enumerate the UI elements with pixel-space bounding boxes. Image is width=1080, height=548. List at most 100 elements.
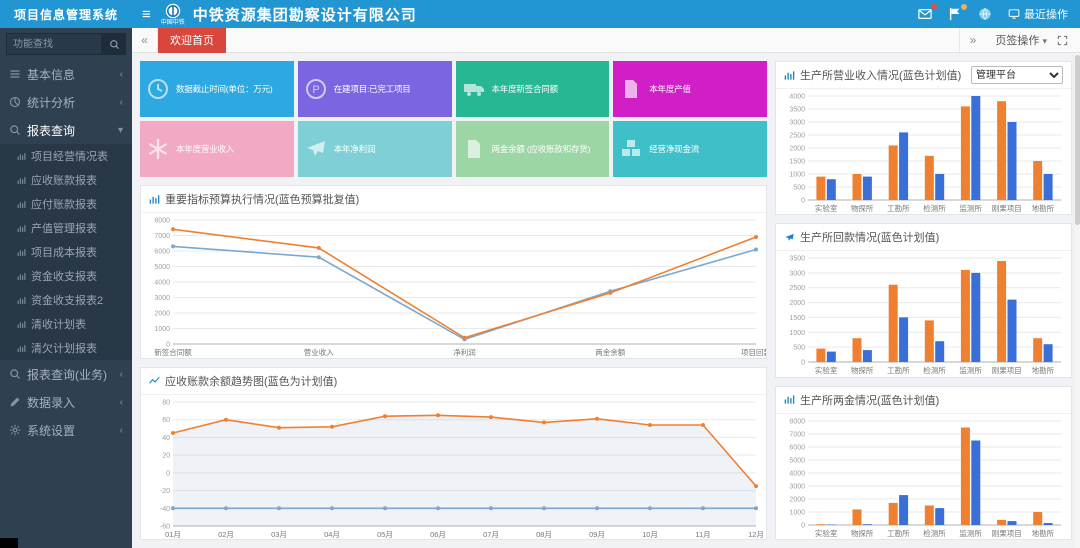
svg-text:营业收入: 营业收入 [304, 347, 334, 357]
svg-text:3000: 3000 [789, 271, 805, 278]
svg-text:4000: 4000 [154, 280, 170, 287]
svg-text:监测所: 监测所 [959, 203, 982, 213]
chevron-left-icon: ‹ [120, 69, 123, 80]
sidebar-section-3[interactable]: 报表查询(业务)‹ [0, 360, 132, 388]
stat-card-title: 本年度新签合同额 [492, 83, 558, 95]
sidebar-subitem-label: 清收计划表 [31, 316, 86, 332]
svg-text:-40: -40 [160, 505, 170, 512]
bar-chart-icon [17, 320, 26, 329]
svg-text:60: 60 [162, 417, 170, 424]
sidebar-subitem-1[interactable]: 应收账款报表 [0, 168, 132, 192]
svg-text:4000: 4000 [789, 94, 805, 101]
stat-card-1[interactable]: P在建项目:已完工项目 [298, 61, 452, 117]
tab-operations-dropdown[interactable]: 页签操作 ▾ [995, 32, 1047, 48]
svg-text:1500: 1500 [789, 315, 805, 322]
sidebar-subitem-8[interactable]: 清欠计划报表 [0, 336, 132, 360]
stat-card-5[interactable]: 本年净利润 [298, 121, 452, 177]
svg-text:刚果项目: 刚果项目 [992, 204, 1022, 213]
sidebar-subitem-3[interactable]: 产值管理报表 [0, 216, 132, 240]
tab-welcome[interactable]: 欢迎首页 [158, 28, 226, 53]
content-scrollbar[interactable] [1073, 53, 1080, 548]
search-input[interactable] [6, 33, 102, 55]
sidebar-subitem-2[interactable]: 应付账款报表 [0, 192, 132, 216]
sidebar-subitem-label: 项目经营情况表 [31, 148, 108, 164]
sidebar-subitem-4[interactable]: 项目成本报表 [0, 240, 132, 264]
flag-icon[interactable] [948, 7, 962, 21]
svg-text:09月: 09月 [589, 530, 605, 539]
svg-text:500: 500 [793, 345, 805, 352]
panel-header: 生产所营业收入情况(蓝色计划值) 管理平台 [776, 62, 1071, 89]
stat-card-title: 本年度产值 [649, 83, 691, 95]
svg-text:1000: 1000 [789, 509, 805, 516]
sidebar-subitem-6[interactable]: 资金收支报表2 [0, 288, 132, 312]
svg-text:3500: 3500 [789, 107, 805, 114]
stat-card-title: 本年度营业收入 [176, 143, 234, 155]
scrollbar-thumb[interactable] [1075, 55, 1080, 225]
plane-icon [304, 137, 328, 161]
svg-text:净利润: 净利润 [453, 347, 476, 357]
sidebar-section-2[interactable]: 报表查询▾ [0, 116, 132, 144]
svg-text:4000: 4000 [789, 470, 805, 477]
app-title: 项目信息管理系统 [0, 0, 132, 28]
sidebar-subitem-7[interactable]: 清收计划表 [0, 312, 132, 336]
svg-text:监测所: 监测所 [959, 528, 982, 538]
stat-card-title: 两金余额 (应收账款和存货) [492, 143, 591, 155]
chevron-left-icon: ‹ [120, 425, 123, 436]
svg-text:实验室: 实验室 [815, 528, 838, 538]
bar-chart-icon [784, 394, 795, 405]
p-circle-icon: P [304, 77, 328, 101]
panel-header: 生产所两金情况(蓝色计划值) [776, 387, 1071, 414]
svg-text:两金余额: 两金余额 [595, 347, 625, 357]
sidebar-section-label: 系统设置 [27, 422, 75, 439]
sidebar-subitem-5[interactable]: 资金收支报表 [0, 264, 132, 288]
sidebar-section-label: 报表查询(业务) [27, 366, 107, 383]
tabs-scroll-left-icon[interactable]: « [132, 28, 158, 53]
clock-icon [146, 77, 170, 101]
svg-text:工勘所: 工勘所 [887, 203, 910, 213]
mail-icon[interactable] [918, 7, 932, 21]
svg-text:80: 80 [162, 399, 170, 406]
stat-card-7[interactable]: 经营净现金流 [613, 121, 767, 177]
paper-plane-icon [784, 232, 795, 243]
svg-text:06月: 06月 [430, 530, 446, 539]
stat-card-4[interactable]: 本年度营业收入 [140, 121, 294, 177]
app-root: 项目信息管理系统 基本信息 ‹ 统计分析‹报表查询▾ 项目经营情况表应收账款报表应付账… [0, 0, 1080, 548]
svg-text:地勘所: 地勘所 [1032, 203, 1055, 213]
search-button[interactable] [102, 33, 126, 55]
stat-card-2[interactable]: 本年度新签合同额 [456, 61, 610, 117]
panel-header: 生产所回款情况(蓝色计划值) [776, 224, 1071, 251]
svg-text:监测所: 监测所 [959, 365, 982, 375]
panel-budget-execution: 重要指标预算执行情况(蓝色预算批复值) 01000200030004000500… [140, 185, 767, 359]
sidebar-section-0[interactable]: 基本信息 ‹ [0, 60, 132, 88]
production-revenue-chart: 05001000150020002500300035004000实验室物探所工勘… [776, 89, 1071, 214]
tabs-scroll-right-icon[interactable]: » [959, 28, 985, 53]
globe-icon[interactable] [978, 7, 992, 21]
sidebar-section-1[interactable]: 统计分析‹ [0, 88, 132, 116]
sidebar-section-5[interactable]: 系统设置 ‹ [0, 416, 132, 444]
svg-text:05月: 05月 [377, 530, 393, 539]
fullscreen-icon[interactable] [1057, 35, 1068, 46]
sidebar-nav: 基本信息 ‹ 统计分析‹报表查询▾ 项目经营情况表应收账款报表应付账款报表产值管理报表… [0, 60, 132, 548]
sidebar-subitem-label: 清欠计划报表 [31, 340, 97, 356]
sidebar-subitem-0[interactable]: 项目经营情况表 [0, 144, 132, 168]
gear-icon [9, 424, 21, 436]
menu-toggle-icon[interactable]: ≡ [132, 6, 161, 23]
platform-select[interactable]: 管理平台 [971, 66, 1063, 84]
bar-chart-icon [17, 248, 26, 257]
sidebar-section-label: 基本信息 [27, 66, 75, 83]
svg-text:3000: 3000 [789, 483, 805, 490]
stat-card-6[interactable]: 两金余额 (应收账款和存货) [456, 121, 610, 177]
topbar: ≡ 中国中铁 中铁资源集团勘察设计有限公司 最近操作 [132, 0, 1080, 28]
panel-title: 重要指标预算执行情况(蓝色预算批复值) [165, 191, 359, 207]
recent-operations-label: 最近操作 [1024, 6, 1068, 22]
svg-text:10月: 10月 [642, 530, 658, 539]
svg-text:2000: 2000 [789, 300, 805, 307]
sidebar-section-4[interactable]: 数据录入‹ [0, 388, 132, 416]
recent-operations-button[interactable]: 最近操作 [1008, 6, 1068, 22]
svg-text:11月: 11月 [695, 530, 710, 539]
stat-card-0[interactable]: 数据截止时间(单位：万元) [140, 61, 294, 117]
asterisk-icon [146, 137, 170, 161]
production-liangjin-chart: 010002000300040005000600070008000实验室物探所工… [776, 414, 1071, 539]
stat-card-3[interactable]: 本年度产值 [613, 61, 767, 117]
sidebar: 项目信息管理系统 基本信息 ‹ 统计分析‹报表查询▾ 项目经营情况表应收账款报表应付账… [0, 0, 132, 548]
